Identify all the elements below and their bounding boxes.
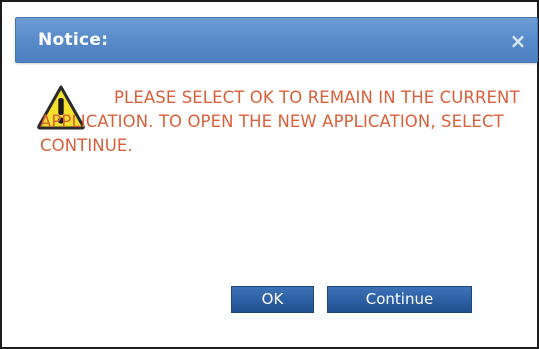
dialog-title: Notice: — [38, 30, 109, 50]
notice-message: PLEASE SELECT OK TO REMAIN IN THE CURREN… — [40, 88, 520, 155]
ok-button[interactable]: OK — [231, 286, 314, 313]
continue-button[interactable]: Continue — [327, 286, 472, 313]
close-icon[interactable]: × — [507, 30, 529, 52]
dialog-titlebar[interactable]: Notice: × — [15, 17, 538, 63]
notice-dialog: Notice: × PLEASE SELECT OK TO REMAIN IN … — [0, 0, 539, 349]
